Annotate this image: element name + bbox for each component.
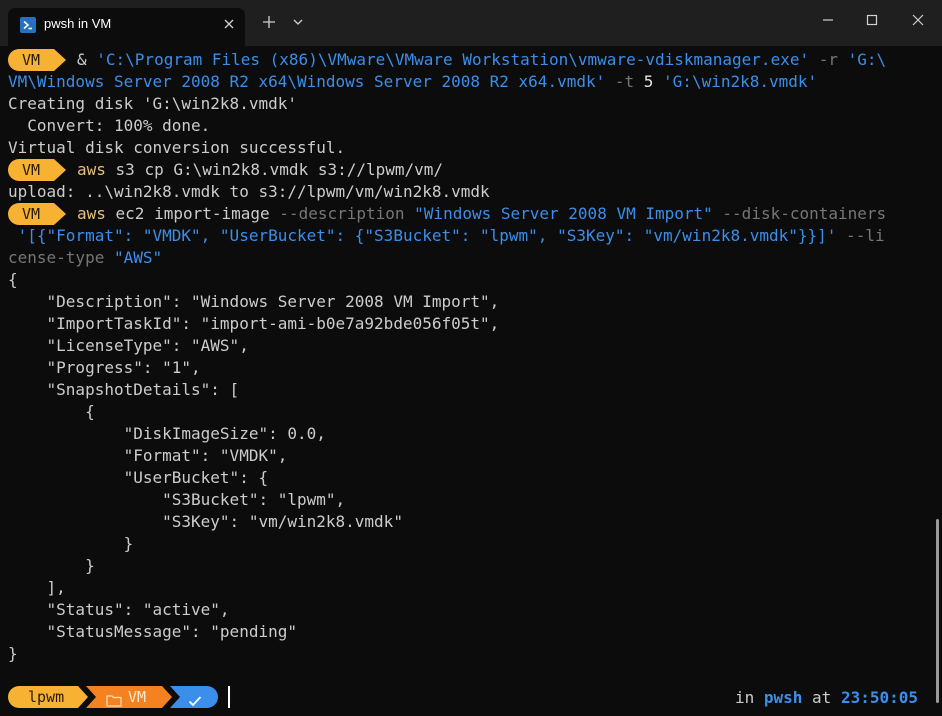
prompt-badge: VM xyxy=(8,203,68,225)
prompt-badge: VM xyxy=(8,49,68,71)
cmd-string: 'G:\win2k8.vmdk' xyxy=(653,72,818,91)
prompt-user-segment: lpwm xyxy=(8,686,88,708)
prompt-dir-label: VM xyxy=(128,688,147,706)
cmd-text: s3 cp G:\win2k8.vmdk s3://lpwm/vm/ xyxy=(105,160,444,179)
cmd-name: aws xyxy=(77,204,106,223)
prompt-dir-segment: VM xyxy=(86,686,172,708)
cmd-string: '[{"Format": "VMDK", "UserBucket": {"S3B… xyxy=(8,226,837,245)
cmd-string: 'G:\ xyxy=(847,50,887,69)
close-window-icon[interactable] xyxy=(904,8,932,32)
cmd-arg: -r xyxy=(809,50,848,69)
prompt-dir: VM xyxy=(8,159,54,181)
right-prompt-at: at xyxy=(802,688,841,707)
right-prompt-time: 23:50:05 xyxy=(840,688,918,707)
minimize-icon[interactable] xyxy=(814,8,842,32)
json-line: "ImportTaskId": "import-ami-b0e7a92bde05… xyxy=(8,314,500,333)
maximize-icon[interactable] xyxy=(858,8,886,32)
prompt-badge: VM xyxy=(8,159,68,181)
text-cursor xyxy=(228,686,230,708)
cmd-arg: --li xyxy=(836,226,885,245)
command-line-3-wrap: '[{"Format": "VMDK", "UserBucket": {"S3B… xyxy=(8,225,885,247)
command-line-2: aws s3 cp G:\win2k8.vmdk s3://lpwm/vm/ xyxy=(77,159,443,181)
json-line: ], xyxy=(8,578,66,597)
cmd-string: 'C:\Program Files (x86)\VMware\VMware Wo… xyxy=(96,50,810,69)
right-prompt: in pwsh at 23:50:05 xyxy=(735,687,918,709)
json-line: { xyxy=(8,402,95,421)
terminal-output[interactable]: VM & 'C:\Program Files (x86)\VMware\VMwa… xyxy=(0,46,942,716)
json-line: { xyxy=(8,270,18,289)
cmd-arg: cense-type xyxy=(8,248,105,267)
right-prompt-in: in xyxy=(734,688,764,707)
check-icon xyxy=(188,691,202,707)
json-line: "Format": "VMDK", xyxy=(8,446,288,465)
command-line-3: aws ec2 import-image --description "Wind… xyxy=(77,203,886,225)
output-line: Convert: 100% done. xyxy=(8,116,211,135)
cmd-string: "AWS" xyxy=(104,248,163,267)
json-line: "Progress": "1", xyxy=(8,358,201,377)
cmd-arg: --disk-containers xyxy=(712,204,887,223)
prompt-dir: VM xyxy=(8,49,54,71)
plus-icon[interactable] xyxy=(259,12,279,32)
cmd-name: aws xyxy=(77,160,106,179)
json-line: "StatusMessage": "pending" xyxy=(8,622,297,641)
cmd-number: 5 xyxy=(643,72,654,91)
cmd-text: & xyxy=(77,50,97,69)
cmd-string: "Windows Server 2008 VM Import" xyxy=(404,204,713,223)
json-line: "LicenseType": "AWS", xyxy=(8,336,249,355)
powershell-icon xyxy=(20,17,36,33)
command-line-1: & 'C:\Program Files (x86)\VMware\VMware … xyxy=(77,49,886,71)
folder-icon xyxy=(106,691,122,707)
cmd-arg: --description xyxy=(279,204,405,223)
output-line: Virtual disk conversion successful. xyxy=(8,138,346,157)
json-line: "UserBucket": { xyxy=(8,468,269,487)
cmd-arg: -t xyxy=(605,72,644,91)
json-line: } xyxy=(8,644,18,663)
json-line: "Status": "active", xyxy=(8,600,230,619)
prompt-status-segment xyxy=(170,686,218,708)
cmd-text: ec2 import-image xyxy=(105,204,280,223)
json-line: "SnapshotDetails": [ xyxy=(8,380,240,399)
tab-title: pwsh in VM xyxy=(44,16,112,31)
cmd-string: VM\Windows Server 2008 R2 x64\Windows Se… xyxy=(8,72,606,91)
json-line: "S3Key": "vm/win2k8.vmdk" xyxy=(8,512,403,531)
json-line: "DiskImageSize": 0.0, xyxy=(8,424,326,443)
close-icon[interactable] xyxy=(220,15,238,33)
chevron-down-icon[interactable] xyxy=(290,13,306,31)
command-line-1-wrap: VM\Windows Server 2008 R2 x64\Windows Se… xyxy=(8,71,817,93)
right-prompt-shell: pwsh xyxy=(763,688,803,707)
prompt-dir: VM xyxy=(8,203,54,225)
json-line: "S3Bucket": "lpwm", xyxy=(8,490,346,509)
json-line: "Description": "Windows Server 2008 VM I… xyxy=(8,292,500,311)
scrollbar-thumb[interactable] xyxy=(936,519,939,703)
prompt-user: lpwm xyxy=(28,688,65,706)
title-bar: pwsh in VM xyxy=(0,0,942,46)
output-line: Creating disk 'G:\win2k8.vmdk' xyxy=(8,94,297,113)
json-line: } xyxy=(8,534,134,553)
tab-pwsh[interactable]: pwsh in VM xyxy=(8,8,245,46)
command-line-3-wrap2: cense-type "AWS" xyxy=(8,247,162,269)
json-line: } xyxy=(8,556,95,575)
output-line: upload: ..\win2k8.vmdk to s3://lpwm/vm/w… xyxy=(8,182,490,201)
